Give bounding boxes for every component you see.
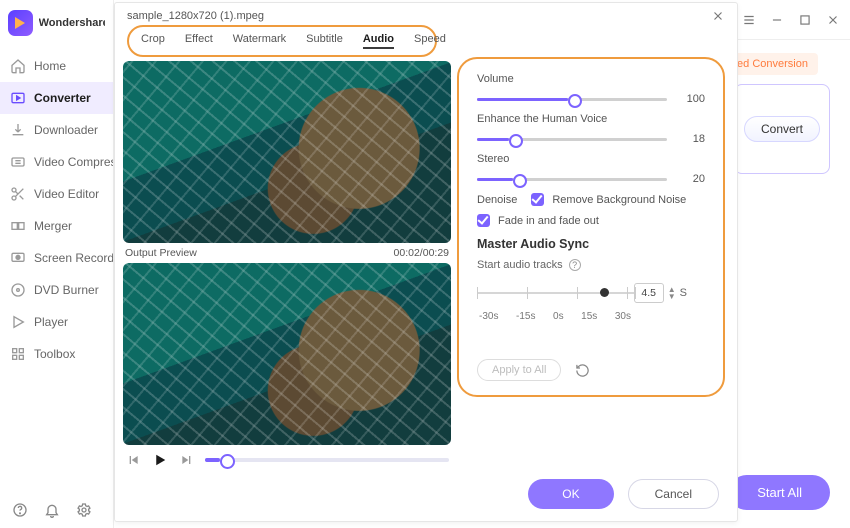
- enhance-label: Enhance the Human Voice: [477, 113, 705, 125]
- convert-button[interactable]: Convert: [744, 116, 820, 142]
- denoise-check-label: Remove Background Noise: [552, 194, 686, 206]
- scissors-icon: [10, 186, 26, 202]
- logo-icon: [8, 10, 33, 36]
- transport-bar: [123, 445, 451, 469]
- home-icon: [10, 58, 26, 74]
- help-icon[interactable]: [12, 502, 28, 518]
- audio-panel: Volume 100 Enhance the Human Voice 18 St…: [457, 57, 725, 397]
- denoise-checkbox[interactable]: [531, 193, 544, 206]
- converter-icon: [10, 90, 26, 106]
- sidebar-item-label: Video Editor: [34, 187, 99, 201]
- sidebar-item-converter[interactable]: Converter: [0, 82, 113, 114]
- sidebar-item-label: Merger: [34, 219, 72, 233]
- stereo-label: Stereo: [477, 153, 705, 165]
- sync-value-input[interactable]: 4.5: [634, 283, 664, 303]
- volume-label: Volume: [477, 73, 705, 85]
- stereo-value: 20: [679, 173, 705, 185]
- app-logo: Wondershare: [0, 8, 113, 50]
- stereo-slider[interactable]: [477, 178, 667, 181]
- modal-close-icon[interactable]: [711, 9, 725, 23]
- tick-label: -15s: [516, 311, 535, 322]
- tab-speed[interactable]: Speed: [414, 33, 446, 49]
- sidebar-item-label: DVD Burner: [34, 283, 99, 297]
- fade-checkbox[interactable]: [477, 214, 490, 227]
- sidebar-item-label: Downloader: [34, 123, 98, 137]
- master-sync-sub: Start audio tracks: [477, 259, 563, 271]
- close-icon[interactable]: [826, 13, 840, 27]
- play-button-icon[interactable]: [151, 451, 169, 469]
- volume-slider[interactable]: [477, 98, 667, 101]
- sidebar-item-recorder[interactable]: Screen Recorder: [0, 242, 113, 274]
- gear-icon[interactable]: [76, 502, 92, 518]
- sidebar-item-label: Screen Recorder: [34, 251, 113, 265]
- reset-icon[interactable]: [575, 363, 590, 378]
- tab-effect[interactable]: Effect: [185, 33, 213, 49]
- tab-subtitle[interactable]: Subtitle: [306, 33, 343, 49]
- fade-label: Fade in and fade out: [498, 215, 599, 227]
- sidebar-item-label: Player: [34, 315, 68, 329]
- merge-icon: [10, 218, 26, 234]
- preview-column: Output Preview 00:02/00:29: [115, 57, 451, 469]
- volume-value: 100: [679, 93, 705, 105]
- tab-watermark[interactable]: Watermark: [233, 33, 286, 49]
- sync-unit: S: [680, 287, 687, 299]
- minimize-icon[interactable]: [770, 13, 784, 27]
- output-preview: [123, 263, 451, 445]
- apply-to-all-button[interactable]: Apply to All: [477, 359, 561, 381]
- tick-label: 15s: [581, 311, 597, 322]
- tick-label: 30s: [615, 311, 631, 322]
- sidebar-item-player[interactable]: Player: [0, 306, 113, 338]
- sidebar-item-home[interactable]: Home: [0, 50, 113, 82]
- nav-list: Home Converter Downloader Video Compress…: [0, 50, 113, 492]
- ok-button[interactable]: OK: [528, 479, 613, 509]
- start-all-button[interactable]: Start All: [729, 475, 830, 510]
- brand-text: Wondershare: [39, 17, 105, 29]
- menu-icon[interactable]: [742, 13, 756, 27]
- sidebar-item-merger[interactable]: Merger: [0, 210, 113, 242]
- cancel-button[interactable]: Cancel: [628, 479, 719, 509]
- sync-slider[interactable]: 4.5 ▲▼ S: [477, 283, 705, 303]
- modal-title: sample_1280x720 (1).mpeg: [127, 10, 264, 22]
- sync-stepper[interactable]: ▲▼: [668, 286, 676, 300]
- sidebar-item-compressor[interactable]: Video Compressor: [0, 146, 113, 178]
- next-frame-icon[interactable]: [179, 452, 195, 468]
- sidebar-item-label: Video Compressor: [34, 155, 113, 169]
- sidebar-item-editor[interactable]: Video Editor: [0, 178, 113, 210]
- preview-timestamp: 00:02/00:29: [394, 247, 449, 259]
- master-sync-title: Master Audio Sync: [477, 237, 705, 251]
- grid-icon: [10, 346, 26, 362]
- tick-label: -30s: [479, 311, 498, 322]
- sidebar-item-label: Home: [34, 59, 66, 73]
- sidebar-item-toolbox[interactable]: Toolbox: [0, 338, 113, 370]
- play-icon: [10, 314, 26, 330]
- download-icon: [10, 122, 26, 138]
- disc-icon: [10, 282, 26, 298]
- maximize-icon[interactable]: [798, 13, 812, 27]
- tab-audio[interactable]: Audio: [363, 33, 394, 49]
- output-preview-label: Output Preview: [125, 247, 197, 259]
- compress-icon: [10, 154, 26, 170]
- edit-modal: sample_1280x720 (1).mpeg Crop Effect Wat…: [114, 2, 738, 522]
- playback-slider[interactable]: [205, 458, 449, 462]
- enhance-value: 18: [679, 133, 705, 145]
- tab-crop[interactable]: Crop: [141, 33, 165, 49]
- bell-icon[interactable]: [44, 502, 60, 518]
- denoise-label: Denoise: [477, 194, 517, 206]
- system-icons: [0, 492, 113, 528]
- sync-tick-labels: -30s -15s 0s 15s 30s: [477, 311, 705, 322]
- sidebar-item-dvd[interactable]: DVD Burner: [0, 274, 113, 306]
- edit-tabs: Crop Effect Watermark Subtitle Audio Spe…: [127, 25, 437, 57]
- help-hint-icon[interactable]: ?: [569, 259, 581, 271]
- convert-card: Convert: [734, 84, 830, 174]
- record-icon: [10, 250, 26, 266]
- tick-label: 0s: [553, 311, 564, 322]
- source-preview: [123, 61, 451, 243]
- sidebar-item-label: Converter: [34, 91, 91, 105]
- sidebar-item-label: Toolbox: [34, 347, 75, 361]
- prev-frame-icon[interactable]: [125, 452, 141, 468]
- enhance-slider[interactable]: [477, 138, 667, 141]
- sidebar: Wondershare Home Converter Downloader Vi…: [0, 0, 114, 528]
- sidebar-item-downloader[interactable]: Downloader: [0, 114, 113, 146]
